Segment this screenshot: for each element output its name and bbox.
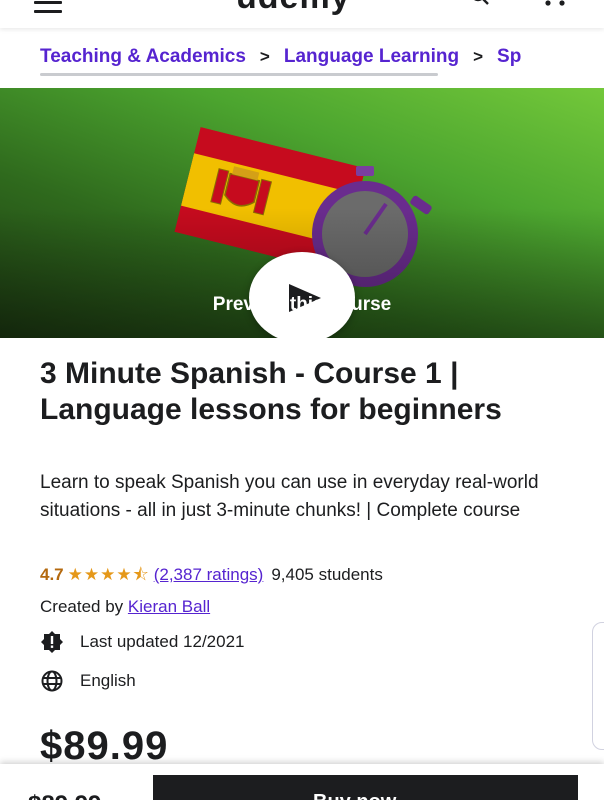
ratings-count-link[interactable]: (2,387 ratings) [154, 565, 264, 584]
course-price: $89.99 [40, 724, 169, 768]
rating-row: 4.7 ★★★★⯪ (2,387 ratings) 9,405 students [40, 562, 383, 591]
course-title: 3 Minute Spanish - Course 1 | Language l… [40, 357, 502, 426]
buy-now-button[interactable]: Buy now [153, 775, 578, 800]
course-preview[interactable]: Preview this course [0, 88, 604, 338]
language-text: English [80, 671, 136, 690]
created-by-label: Created by [40, 597, 124, 616]
last-updated-row: Last updated 12/2021 [40, 630, 244, 654]
cart-icon[interactable] [537, 0, 569, 8]
search-icon[interactable] [470, 0, 490, 6]
rating-value: 4.7 [40, 565, 64, 584]
chevron-right-icon: > [259, 47, 270, 66]
preview-course-label[interactable]: Preview this course [0, 294, 604, 316]
buy-now-label: Buy now [313, 791, 396, 800]
bottom-price: $89.99 [28, 791, 101, 800]
breadcrumb-language-learning[interactable]: Language Learning [284, 46, 459, 67]
breadcrumb-scroll-indicator [40, 73, 438, 76]
chevron-right-icon: > [473, 47, 484, 66]
hamburger-icon[interactable] [34, 0, 62, 19]
students-count: 9,405 students [271, 565, 383, 584]
bottom-purchase-bar: $89.99 Buy now [0, 764, 604, 800]
globe-icon [41, 670, 63, 692]
instructor-link[interactable]: Kieran Ball [128, 597, 210, 616]
alert-badge-icon [41, 631, 63, 653]
created-by-row: Created by Kieran Ball [40, 597, 210, 617]
last-updated-text: Last updated 12/2021 [80, 632, 245, 651]
top-navigation: udemy [0, 0, 604, 28]
breadcrumb-teaching-academics[interactable]: Teaching & Academics [40, 46, 246, 67]
floating-panel-edge[interactable] [592, 622, 604, 750]
udemy-logo[interactable]: udemy [236, 0, 351, 17]
language-row: English [40, 669, 136, 693]
breadcrumb-spanish[interactable]: Sp [497, 46, 521, 67]
course-description: Learn to speak Spanish you can use in ev… [40, 472, 539, 521]
breadcrumb: Teaching & Academics > Language Learning > S… [40, 46, 572, 72]
star-rating-icon: ★★★★⯪ [67, 565, 150, 584]
